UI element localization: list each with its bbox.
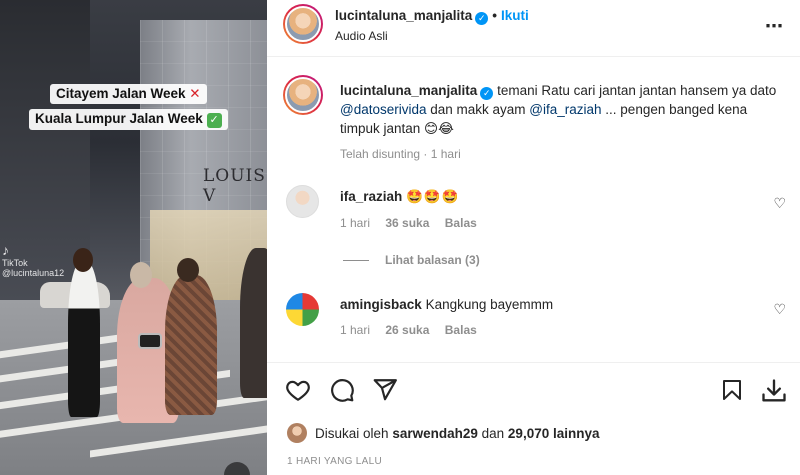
- follow-button[interactable]: Ikuti: [501, 8, 529, 23]
- post-header: lucintaluna_manjalita ✓ • Ikuti Audio Asli …: [267, 0, 800, 57]
- person-right-edge: [240, 248, 267, 398]
- bookmark-icon[interactable]: [720, 377, 744, 403]
- person-leopard-dress: [165, 275, 217, 415]
- heart-icon[interactable]: [285, 377, 311, 403]
- more-options-icon[interactable]: ⋯: [765, 16, 784, 37]
- liker-username[interactable]: sarwendah29: [392, 426, 478, 441]
- likes-count[interactable]: 29,070 lainnya: [508, 426, 600, 441]
- action-bar: Disukai oleh sarwendah29 dan 29,070 lain…: [267, 362, 800, 475]
- tiktok-icon: ♪: [2, 242, 9, 258]
- caption-username[interactable]: lucintaluna_manjalita: [340, 83, 477, 98]
- mention-link[interactable]: @datoserivida: [340, 102, 427, 117]
- post-timestamp[interactable]: 1 HARI YANG LALU: [287, 456, 382, 467]
- storefront-sign: LOUIS V: [203, 166, 266, 206]
- commenter-avatar[interactable]: [286, 185, 319, 218]
- comment-text: amingisback Kangkung bayemmm: [340, 297, 554, 312]
- person-white-top: [68, 262, 100, 417]
- comment-meta: 1 hari 26 suka Balas: [340, 323, 477, 337]
- share-icon[interactable]: [372, 377, 398, 403]
- cross-mark-icon: ✕: [189, 86, 201, 101]
- commenter-username[interactable]: ifa_raziah: [340, 189, 402, 204]
- download-icon[interactable]: [760, 377, 788, 405]
- verified-badge-icon: ✓: [475, 12, 489, 25]
- view-replies-button[interactable]: Lihat balasan (3): [343, 253, 480, 267]
- video-caption-overlay: Citayem Jalan Week ✕ Kuala Lumpur Jalan …: [29, 84, 228, 130]
- edited-label: Telah disunting: [340, 147, 421, 161]
- verified-badge-icon: ✓: [480, 87, 494, 100]
- comment-likes[interactable]: 36 suka: [385, 216, 429, 230]
- post-panel: lucintaluna_manjalita ✓ • Ikuti Audio Asli …: [267, 0, 800, 475]
- caption-meta: Telah disunting · 1 hari: [340, 147, 461, 161]
- caption-line-1: Citayem Jalan Week ✕: [49, 84, 207, 104]
- comments-section[interactable]: lucintaluna_manjalita ✓ temani Ratu cari …: [267, 57, 800, 362]
- tiktok-watermark: ♪ TikTok @lucintaluna12: [2, 242, 65, 278]
- commenter-username[interactable]: amingisback: [340, 297, 422, 312]
- commenter-avatar[interactable]: [286, 293, 319, 326]
- comment-text: ifa_raziah 🤩🤩🤩: [340, 189, 460, 204]
- comment-like-heart-icon[interactable]: ♡: [773, 195, 786, 212]
- caption-author-avatar[interactable]: [283, 75, 323, 115]
- handbag: [138, 333, 162, 349]
- caption-line-2: Kuala Lumpur Jalan Week ✓: [29, 109, 228, 130]
- comment-icon[interactable]: [329, 377, 355, 403]
- comment-meta: 1 hari 36 suka Balas: [340, 216, 477, 230]
- post-caption: lucintaluna_manjalita ✓ temani Ratu cari …: [340, 83, 777, 136]
- likes-summary: Disukai oleh sarwendah29 dan 29,070 lain…: [287, 423, 599, 443]
- liker-avatar[interactable]: [287, 423, 307, 443]
- comment-likes[interactable]: 26 suka: [385, 323, 429, 337]
- comment-like-heart-icon[interactable]: ♡: [773, 301, 786, 318]
- audio-label[interactable]: Audio Asli: [335, 29, 388, 43]
- mention-link[interactable]: @ifa_raziah: [529, 102, 601, 117]
- author-username[interactable]: lucintaluna_manjalita: [335, 8, 472, 23]
- check-mark-icon: ✓: [206, 113, 222, 128]
- reply-button[interactable]: Balas: [445, 323, 477, 337]
- author-avatar[interactable]: [283, 4, 323, 44]
- reply-button[interactable]: Balas: [445, 216, 477, 230]
- caption-time[interactable]: 1 hari: [431, 147, 461, 161]
- video-player[interactable]: LOUIS V Citayem Jalan Week ✕ Kuala Lumpu…: [0, 0, 267, 475]
